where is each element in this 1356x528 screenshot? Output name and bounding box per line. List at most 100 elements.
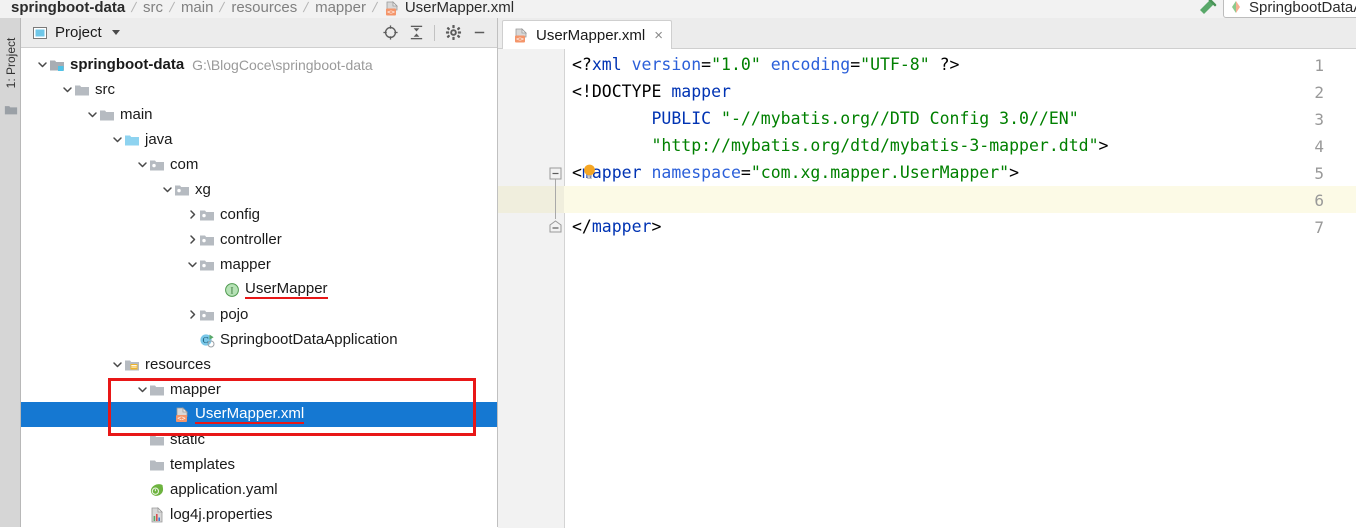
tree-row-static[interactable]: static (21, 427, 497, 452)
breadcrumb-item-springboot-data[interactable]: springboot-data (8, 0, 128, 16)
current-line-highlight (498, 186, 1356, 213)
tree-row-log4j-properties[interactable]: log4j.properties (21, 502, 497, 527)
code-line[interactable]: "http://mybatis.org/dtd/mybatis-3-mapper… (572, 132, 1108, 159)
package-icon (199, 232, 215, 248)
folder-icon (149, 432, 165, 448)
code-editor[interactable]: 1 <?xml version="1.0" encoding="UTF-8" ?>… (498, 49, 1356, 528)
chevron-down-icon[interactable] (160, 177, 174, 202)
tree-row-mapper[interactable]: mapper (21, 377, 497, 402)
tree-row-java[interactable]: java (21, 127, 497, 152)
tree-row-springboot-data[interactable]: springboot-data G:\BlogCoce\springboot-da… (21, 52, 497, 77)
tree-row-main[interactable]: main (21, 102, 497, 127)
project-view-icon (32, 25, 48, 41)
tree-row-templates[interactable]: templates (21, 452, 497, 477)
code-token: = (850, 55, 861, 74)
code-line[interactable]: </mapper> (572, 213, 661, 240)
tree-row-springbootdataapplication[interactable]: C SpringbootDataApplication (21, 327, 497, 352)
chevron-right-icon[interactable] (185, 202, 199, 227)
close-icon[interactable]: × (654, 27, 663, 44)
run-configuration-selector[interactable]: SpringbootDataA (1223, 0, 1356, 18)
tree-row-label: main (120, 106, 153, 123)
code-line[interactable]: <?xml version="1.0" encoding="UTF-8" ?> (572, 51, 960, 78)
chevron-down-icon[interactable] (110, 127, 124, 152)
code-line[interactable]: <!DOCTYPE mapper (572, 78, 731, 105)
minimize-icon[interactable] (467, 21, 491, 45)
intention-bulb-icon[interactable] (582, 163, 597, 185)
chevron-down-icon[interactable] (185, 252, 199, 277)
breadcrumb-file-label: UserMapper.xml (404, 0, 515, 16)
editor-tab-bar: <> UserMapper.xml × (498, 18, 1356, 49)
line-number: 5 (1314, 164, 1324, 183)
package-icon (174, 182, 190, 198)
tree-row-mapper[interactable]: mapper (21, 252, 497, 277)
line-number: 4 (1314, 137, 1324, 156)
code-token: PUBLIC (651, 109, 712, 128)
chevron-down-icon[interactable] (110, 352, 124, 377)
chevron-down-icon[interactable] (135, 152, 149, 177)
collapse-all-icon[interactable] (404, 21, 428, 45)
navbar-right-controls: SpringbootDataA (1195, 0, 1356, 18)
breadcrumb: springboot-data / src / main / resources… (8, 0, 517, 18)
fold-marker-top[interactable] (549, 165, 562, 180)
interface-icon: I (224, 282, 240, 298)
code-token: encoding (770, 55, 851, 74)
breadcrumb-item-src[interactable]: src (140, 0, 166, 16)
fold-marker-bottom[interactable] (549, 218, 562, 233)
tree-arrow-spacer (135, 502, 149, 527)
code-line[interactable]: <mapper namespace="com.xg.mapper.UserMap… (572, 159, 1019, 186)
build-hammer-icon[interactable] (1195, 0, 1217, 18)
tree-row-pojo[interactable]: pojo (21, 302, 497, 327)
tree-row-label: resources (145, 356, 211, 373)
package-icon (149, 157, 165, 173)
tree-arrow-spacer (135, 477, 149, 502)
chevron-down-icon[interactable] (111, 30, 120, 35)
svg-text:<>: <> (387, 8, 395, 16)
chevron-down-icon[interactable] (85, 102, 99, 127)
tree-row-config[interactable]: config (21, 202, 497, 227)
breadcrumb-item-main[interactable]: main (178, 0, 217, 16)
project-folder-icon[interactable] (4, 103, 18, 120)
code-line[interactable]: PUBLIC "-//mybatis.org//DTD Config 3.0//… (572, 105, 1078, 132)
tree-row-resources[interactable]: resources (21, 352, 497, 377)
chevron-down-icon[interactable] (35, 52, 49, 77)
breadcrumb-item-resources[interactable]: resources (228, 0, 300, 16)
code-token: mapper (591, 217, 652, 236)
project-panel-title-group[interactable]: Project (32, 24, 120, 41)
tree-arrow-spacer (135, 452, 149, 477)
locate-in-tree-icon[interactable] (378, 21, 402, 45)
tree-row-xg[interactable]: xg (21, 177, 497, 202)
tree-row-src[interactable]: src (21, 77, 497, 102)
breadcrumb-item-mapper[interactable]: mapper (312, 0, 369, 16)
properties-icon (149, 506, 165, 523)
tree-row-usermapper-xml[interactable]: <> UserMapper.xml (21, 402, 497, 427)
project-tree: springboot-data G:\BlogCoce\springboot-da… (21, 48, 497, 527)
chevron-right-icon[interactable] (185, 227, 199, 252)
tree-row-com[interactable]: com (21, 152, 497, 177)
code-token: > (1009, 163, 1020, 182)
line-number: 2 (1314, 83, 1324, 102)
editor-area: <> UserMapper.xml × 1 <?xml version="1.0"… (498, 18, 1356, 528)
chevron-down-icon[interactable] (60, 77, 74, 102)
yaml-spring-icon (149, 482, 165, 498)
tree-row-controller[interactable]: controller (21, 227, 497, 252)
tree-row-usermapper[interactable]: I UserMapper (21, 277, 497, 302)
tree-row-application-yaml[interactable]: application.yaml (21, 477, 497, 502)
xml-file-icon: <> (384, 1, 400, 17)
svg-text:<>: <> (516, 35, 524, 43)
chevron-right-icon[interactable] (185, 302, 199, 327)
gear-icon[interactable] (441, 21, 465, 45)
package-icon (199, 207, 215, 223)
chevron-down-icon[interactable] (135, 377, 149, 402)
sidebar-item-project[interactable]: 1: Project (4, 28, 18, 98)
tab-usermapper-xml[interactable]: <> UserMapper.xml × (502, 20, 672, 49)
editor-gutter[interactable] (498, 49, 565, 528)
breadcrumb-item-usermapper-xml[interactable]: <> UserMapper.xml (381, 0, 517, 16)
